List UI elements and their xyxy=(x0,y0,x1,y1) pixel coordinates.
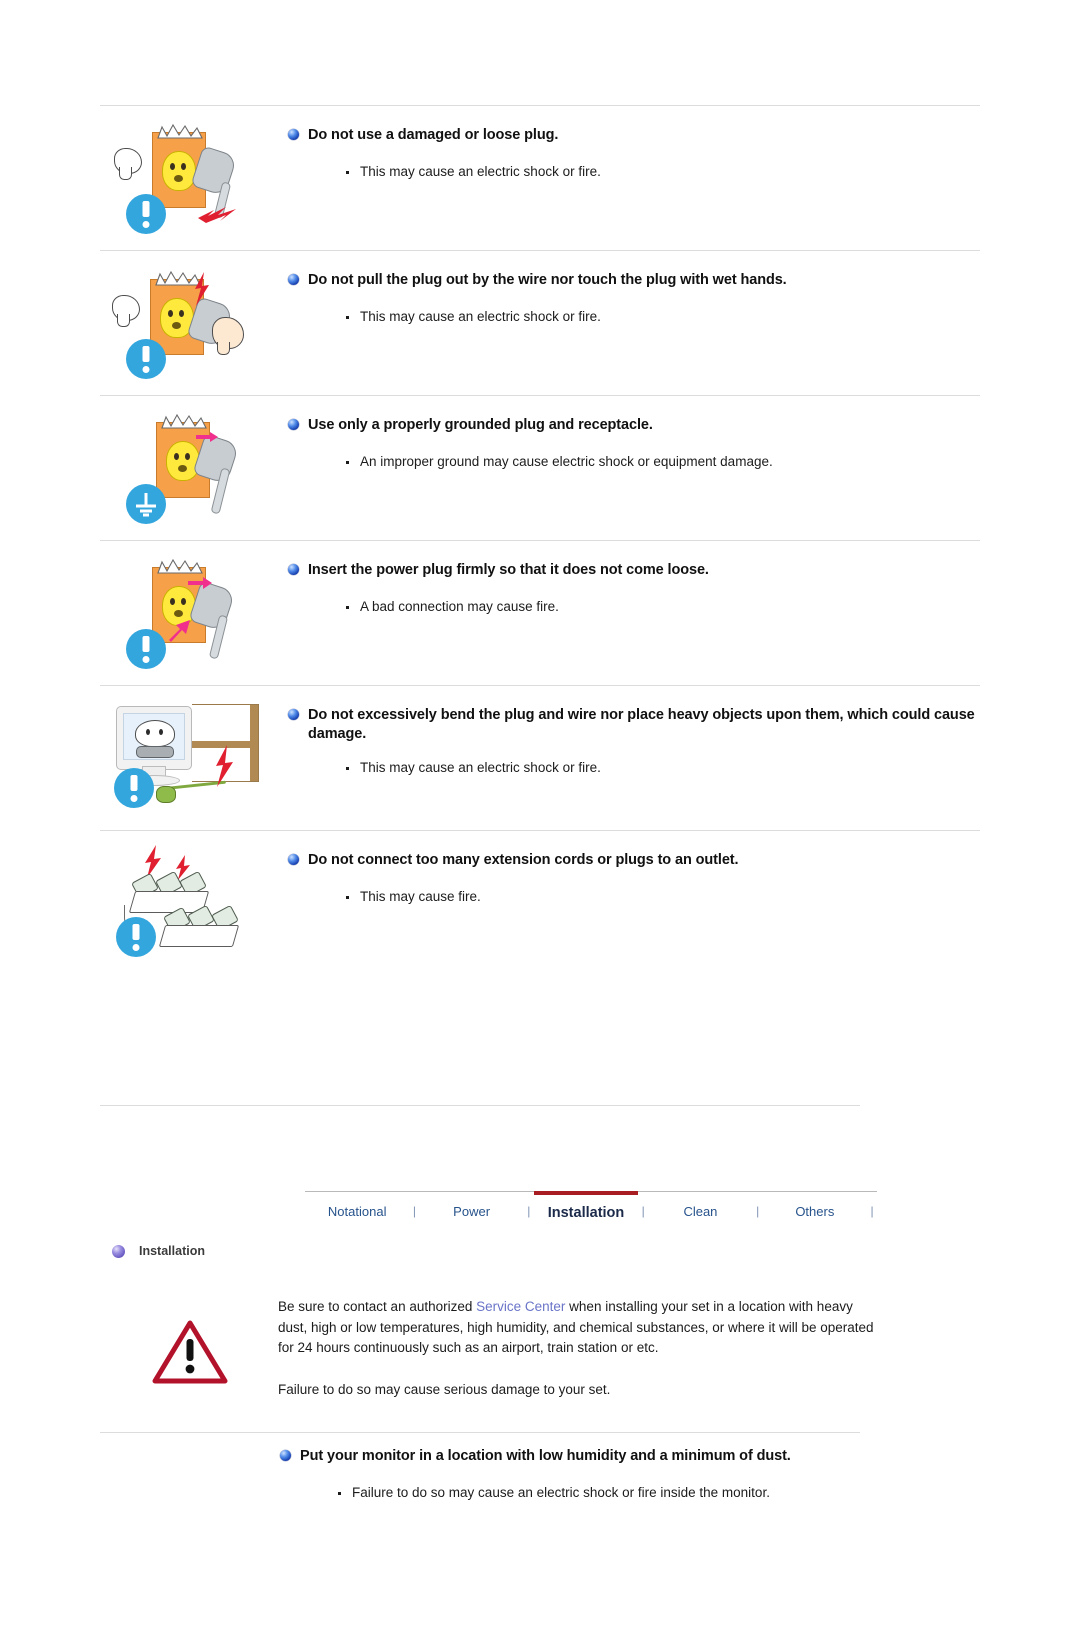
blue-ground-badge-icon xyxy=(126,484,166,524)
blue-orb-bullet-icon xyxy=(288,854,299,865)
rule-bullet-item: This may cause an electric shock or fire… xyxy=(346,162,980,182)
safety-rule-row: Use only a properly grounded plug and re… xyxy=(100,395,980,540)
rule-text-cell: Do not excessively bend the plug and wir… xyxy=(278,700,980,781)
rule-text-cell: Do not use a damaged or loose plug. This… xyxy=(278,120,980,184)
tab-separator: | xyxy=(641,1204,645,1218)
safety-rule-row: Do not excessively bend the plug and wir… xyxy=(100,685,980,830)
rule-title: Do not pull the plug out by the wire nor… xyxy=(286,271,980,290)
red-lightning-icon xyxy=(196,204,238,224)
blue-orb-bullet-icon xyxy=(288,564,299,575)
blue-orb-bullet-icon xyxy=(288,709,299,720)
rule-bullet-item: This may cause an electric shock or fire… xyxy=(346,307,980,327)
blue-exclamation-badge-icon xyxy=(126,629,166,669)
rule-bullet-list: A bad connection may cause fire. xyxy=(286,597,980,617)
blue-exclamation-badge-icon xyxy=(126,194,166,234)
rule-title: Do not excessively bend the plug and wir… xyxy=(286,706,980,744)
tab-separator: | xyxy=(527,1204,531,1218)
figure-monitor-bent-wire xyxy=(100,700,278,818)
rule-text-cell: Do not pull the plug out by the wire nor… xyxy=(278,265,980,329)
rule-bullet-item: This may cause fire. xyxy=(346,887,980,907)
rule-text-cell: Use only a properly grounded plug and re… xyxy=(278,410,980,474)
rule-bullet-list: This may cause an electric shock or fire… xyxy=(286,162,980,182)
safety-rule-row: Do not connect too many extension cords … xyxy=(100,830,980,975)
wet-hand-icon xyxy=(212,317,244,355)
service-center-link[interactable]: Service Center xyxy=(476,1299,565,1314)
figure-insert-plug-firmly xyxy=(100,555,278,673)
green-plug-icon xyxy=(156,786,176,803)
warning-triangle-icon xyxy=(152,1319,228,1390)
section-divider xyxy=(100,1105,860,1106)
tab-separator: | xyxy=(870,1204,874,1218)
rule-bullet-item: Failure to do so may cause an electric s… xyxy=(338,1483,876,1503)
yellow-face-icon xyxy=(166,441,200,481)
tab-installation[interactable]: Installation xyxy=(533,1191,639,1226)
violet-orb-bullet-icon xyxy=(112,1244,125,1258)
figure-damaged-loose-plug xyxy=(100,120,278,238)
rule-bullet-list: This may cause fire. xyxy=(286,887,980,907)
cartoon-face-icon xyxy=(135,720,175,747)
torn-paper-icon xyxy=(157,558,203,574)
tab-power[interactable]: Power xyxy=(419,1192,523,1226)
section-heading-installation: Installation xyxy=(112,1244,205,1258)
tab-clean[interactable]: Clean xyxy=(648,1192,752,1226)
red-lightning-icon xyxy=(192,271,212,307)
section-heading-label: Installation xyxy=(139,1244,205,1258)
rule-bullet-item: A bad connection may cause fire. xyxy=(346,597,980,617)
figure-wet-hands-plug xyxy=(100,265,278,383)
rule-text-cell: Do not connect too many extension cords … xyxy=(278,845,980,909)
rule-bullet-list: Failure to do so may cause an electric s… xyxy=(278,1483,876,1503)
warning-paragraph-1: Be sure to contact an authorized Service… xyxy=(278,1299,874,1356)
monitor-icon xyxy=(116,706,192,770)
blue-exclamation-badge-icon xyxy=(126,339,166,379)
rule-bullet-list: An improper ground may cause electric sh… xyxy=(286,452,980,472)
white-glove-hand-icon xyxy=(114,148,142,180)
figure-grounded-plug xyxy=(100,410,278,528)
pink-arrow-up-icon xyxy=(166,617,192,643)
torn-paper-icon xyxy=(157,123,203,139)
rule-title: Insert the power plug firmly so that it … xyxy=(286,561,980,580)
figure-extension-cords xyxy=(100,845,278,963)
safety-rule-row: Insert the power plug firmly so that it … xyxy=(100,540,980,685)
rule-bullet-item: An improper ground may cause electric sh… xyxy=(346,452,980,472)
tab-separator: | xyxy=(412,1204,416,1218)
red-lightning-icon xyxy=(142,845,164,879)
red-lightning-icon xyxy=(212,744,236,788)
blue-orb-bullet-icon xyxy=(280,1450,291,1461)
yellow-face-icon xyxy=(162,151,196,191)
category-tabbar: Notational | Power | Installation | Clea… xyxy=(305,1191,877,1226)
rule-bullet-list: This may cause an electric shock or fire… xyxy=(286,307,980,327)
blue-orb-bullet-icon xyxy=(288,129,299,140)
install-rule-row: Put your monitor in a location with low … xyxy=(100,1447,876,1505)
pink-arrow-icon xyxy=(196,432,218,442)
rule-bullet-item: This may cause an electric shock or fire… xyxy=(346,758,980,778)
torn-paper-icon xyxy=(161,413,207,429)
tab-separator: | xyxy=(756,1204,760,1218)
blue-exclamation-badge-icon xyxy=(114,768,154,808)
blue-orb-bullet-icon xyxy=(288,419,299,430)
safety-instructions-page: Do not use a damaged or loose plug. This… xyxy=(0,105,1080,1633)
rule-text-cell: Insert the power plug firmly so that it … xyxy=(278,555,980,619)
safety-rule-row: Do not use a damaged or loose plug. This… xyxy=(100,105,980,250)
blue-orb-bullet-icon xyxy=(288,274,299,285)
power-strip-icon xyxy=(158,925,240,947)
warning-figure xyxy=(100,1291,278,1401)
section-divider xyxy=(100,1432,860,1433)
warning-block: Be sure to contact an authorized Service… xyxy=(100,1291,876,1401)
warning-paragraph-2: Failure to do so may cause serious damag… xyxy=(278,1381,611,1397)
white-glove-hand-icon xyxy=(112,295,140,327)
tab-others[interactable]: Others xyxy=(763,1192,867,1226)
tab-notational[interactable]: Notational xyxy=(305,1192,409,1226)
rule-title: Do not connect too many extension cords … xyxy=(286,851,980,870)
blue-exclamation-badge-icon xyxy=(116,917,156,957)
rule-title: Put your monitor in a location with low … xyxy=(278,1447,876,1466)
rule-title: Use only a properly grounded plug and re… xyxy=(286,416,980,435)
pink-arrow-icon xyxy=(188,577,212,589)
rule-title: Do not use a damaged or loose plug. xyxy=(286,126,980,145)
rule-bullet-list: This may cause an electric shock or fire… xyxy=(286,758,980,778)
safety-rule-row: Do not pull the plug out by the wire nor… xyxy=(100,250,980,395)
warning-text: Be sure to contact an authorized Service… xyxy=(278,1291,876,1400)
